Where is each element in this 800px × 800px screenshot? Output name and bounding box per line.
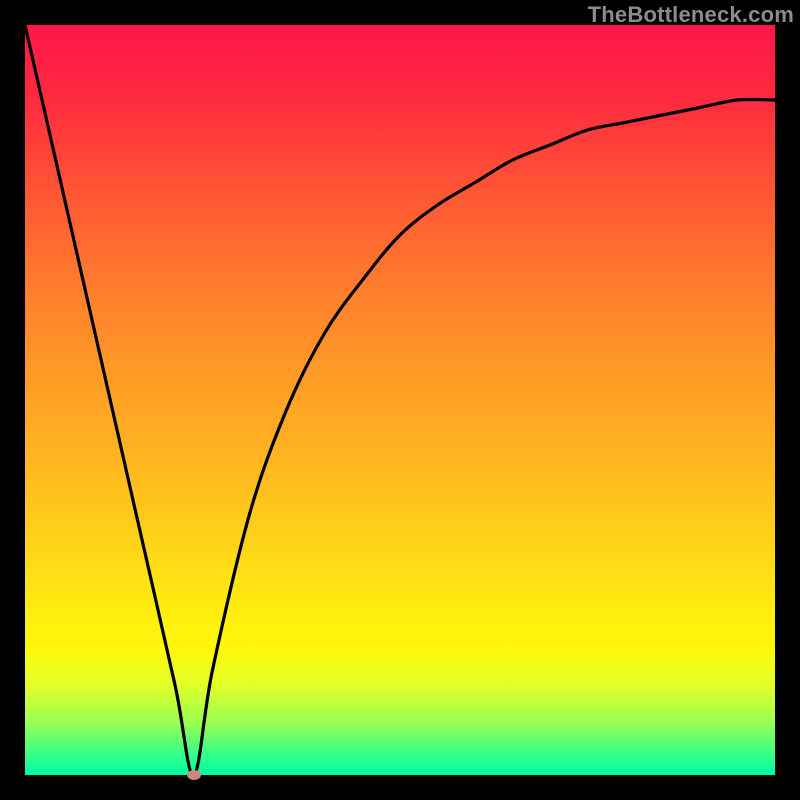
optimal-point-marker [187, 770, 201, 780]
chart-stage: TheBottleneck.com [0, 0, 800, 800]
plot-area [25, 25, 775, 775]
bottleneck-curve [25, 25, 775, 775]
